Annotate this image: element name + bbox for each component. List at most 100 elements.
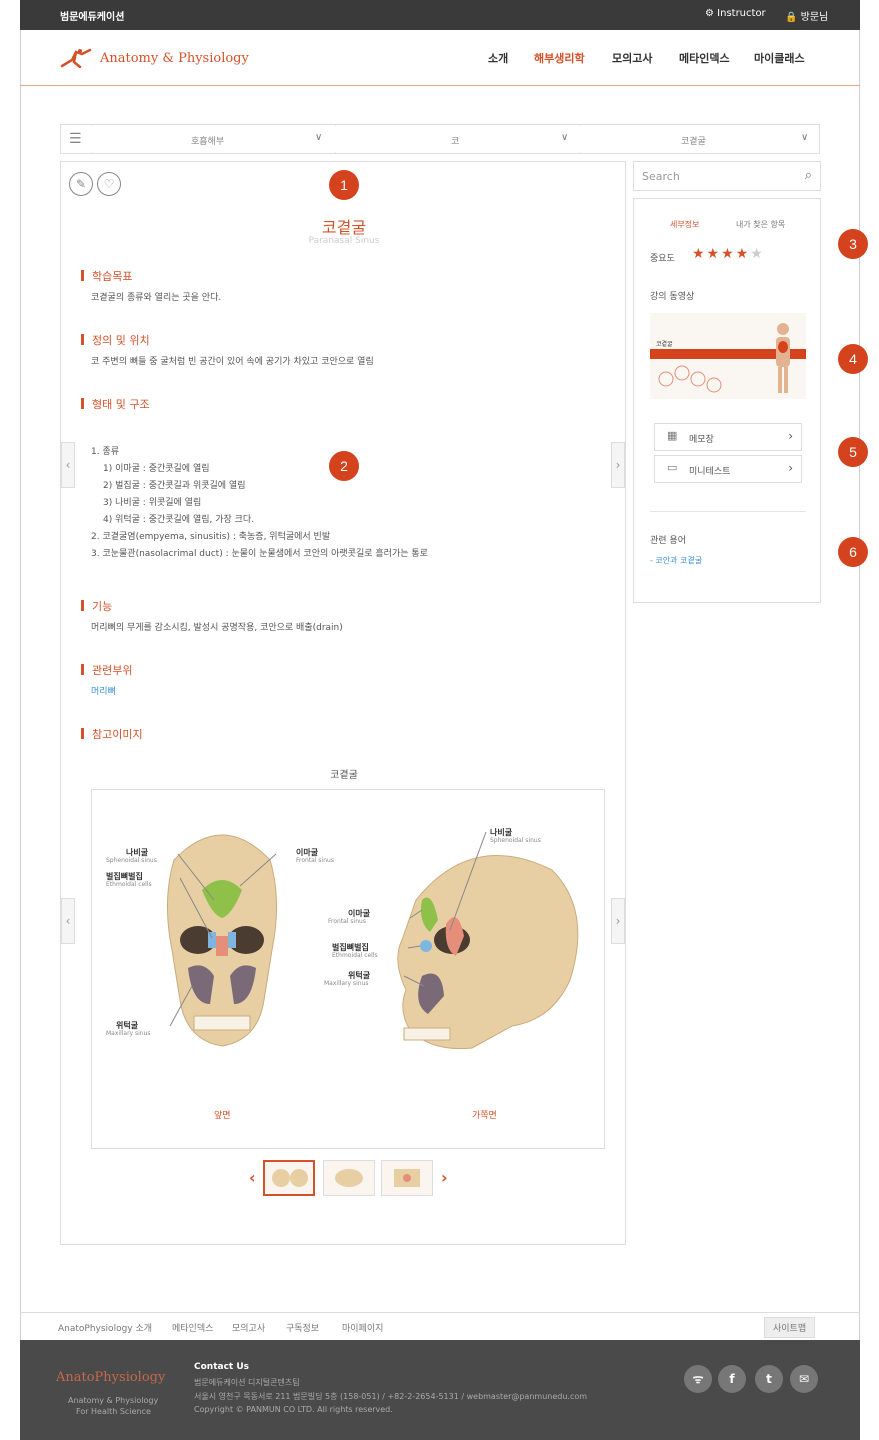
- figure-caption: 코곁굴: [330, 770, 358, 781]
- structure-line: 1) 이마굴 : 중간콧길에 열림: [103, 464, 210, 474]
- top-bar: 범문에듀케이션 ⚙ Instructor 🔒 방문님: [20, 0, 860, 30]
- heart-icon[interactable]: ♡: [97, 172, 121, 196]
- chevron-down-icon[interactable]: ∨: [561, 132, 568, 143]
- related-terms-label: 관련 용어: [650, 536, 686, 546]
- article-panel: ✎ ♡ 코곁굴 Paranasal Sinus 학습목표 코곁굴의 종류와 열리…: [60, 161, 626, 1245]
- nav-myclass[interactable]: 마이클래스: [754, 50, 805, 66]
- tab-my-items[interactable]: 내가 찾은 항목: [736, 219, 785, 230]
- thumb-next-icon[interactable]: ›: [441, 1168, 448, 1187]
- skull-base-thumb-icon: [335, 1169, 363, 1187]
- contact-line1: 범문에듀케이션 디지털콘텐츠팀: [194, 1378, 300, 1387]
- footer-brand: AnatoPhysiology: [56, 1370, 166, 1385]
- site-brand[interactable]: 범문에듀케이션: [60, 8, 124, 23]
- footer-brand-sub1: Anatomy & Physiology: [68, 1396, 159, 1405]
- pencil-icon[interactable]: ✎: [69, 172, 93, 196]
- breadcrumb-item-nose[interactable]: 코: [451, 134, 459, 147]
- article-title: 코곁굴: [321, 218, 367, 237]
- footer-link-mypage[interactable]: 마이페이지: [342, 1321, 383, 1334]
- section-heading: 학습목표: [81, 268, 132, 284]
- label-side-view: 가쪽면: [472, 1111, 497, 1121]
- section-heading: 기능: [81, 598, 112, 614]
- importance-label: 중요도: [650, 254, 675, 264]
- breadcrumb-item-sinus[interactable]: 코곁굴: [681, 134, 706, 147]
- related-term-link[interactable]: - 코안과 코곁굴: [650, 555, 702, 566]
- video-label: 강의 동영상: [650, 292, 695, 302]
- breadcrumb-divider: [579, 124, 580, 154]
- structure-line: 2) 벌집굴 : 중간콧길과 위콧길에 열림: [103, 481, 246, 491]
- chevron-down-icon[interactable]: ∨: [315, 132, 322, 143]
- mini-test-label: 미니테스트: [689, 467, 731, 477]
- breadcrumb-item-respiratory[interactable]: 호흡해부: [191, 134, 224, 147]
- footer-brand-sub2: For Health Science: [76, 1407, 151, 1416]
- search-placeholder: Search: [642, 170, 680, 183]
- section-text: 머리뼈의 무게를 감소시킴, 발성시 공명작용, 코안으로 배출(drain): [91, 623, 343, 633]
- next-arrow[interactable]: ›: [611, 442, 625, 488]
- site-logo[interactable]: Anatomy & Physiology: [60, 48, 249, 68]
- hexagon-pattern-icon: [658, 365, 722, 393]
- callout-badge-1: 1: [329, 170, 359, 200]
- label-sphenoid-en: Sphenoidal sinus: [106, 857, 157, 864]
- thumbnail-2[interactable]: [323, 1160, 375, 1196]
- nav-exam[interactable]: 모의고사: [612, 50, 652, 66]
- search-icon[interactable]: ⌕: [805, 168, 812, 183]
- section-heading: 관련부위: [81, 662, 132, 678]
- nav-anatomy[interactable]: 해부생리학: [534, 50, 585, 66]
- callout-badge-6: 6: [838, 537, 868, 567]
- footer-link-exam[interactable]: 모의고사: [232, 1321, 265, 1334]
- skull-section-thumb-icon: [394, 1169, 420, 1187]
- human-body-icon: [776, 323, 790, 393]
- image-next-arrow[interactable]: ›: [611, 898, 625, 944]
- nav-intro[interactable]: 소개: [488, 50, 508, 66]
- main-header: Anatomy & Physiology 소개 해부생리학 모의고사 메타인덱스…: [20, 30, 860, 86]
- rss-icon[interactable]: ᯤ: [684, 1365, 712, 1393]
- contact-title: Contact Us: [194, 1362, 250, 1372]
- image-prev-arrow[interactable]: ‹: [61, 898, 75, 944]
- importance-stars: ★★★★★: [692, 246, 765, 262]
- facebook-icon[interactable]: f: [718, 1365, 746, 1393]
- twitter-icon[interactable]: t: [755, 1365, 783, 1393]
- window-icon: ▭: [667, 461, 678, 474]
- footer-link-subscription[interactable]: 구독정보: [286, 1321, 319, 1334]
- mini-test-button[interactable]: ▭ 미니테스트 ›: [654, 455, 802, 483]
- skull-thumb-icon: [272, 1169, 308, 1187]
- logo-text: Anatomy & Physiology: [100, 50, 249, 66]
- memo-button[interactable]: ▦ 메모장 ›: [654, 423, 802, 451]
- callout-badge-4: 4: [838, 344, 868, 374]
- user-link[interactable]: 🔒 방문님: [785, 8, 828, 23]
- section-text: 코 주변의 뼈들 중 굴처럼 빈 공간이 있어 속에 공기가 차있고 코안으로 …: [91, 357, 374, 367]
- callout-badge-2: 2: [329, 451, 359, 481]
- breadcrumb-divider: [91, 124, 92, 154]
- footer-link-metaindex[interactable]: 메타인덱스: [172, 1321, 213, 1334]
- reference-image: 나비굴 Sphenoidal sinus 벌집뼈벌집 Ethmoidal cel…: [91, 789, 605, 1149]
- label-frontal-side-en: Frontal sinus: [328, 918, 366, 925]
- mail-icon[interactable]: ✉: [790, 1365, 818, 1393]
- thumb-prev-icon[interactable]: ‹: [249, 1168, 256, 1187]
- video-thumbnail[interactable]: 코곁굴: [650, 313, 806, 399]
- calendar-icon: ▦: [667, 429, 678, 442]
- nav-metaindex[interactable]: 메타인덱스: [679, 50, 730, 66]
- thumbnail-3[interactable]: [381, 1160, 433, 1196]
- search-input[interactable]: Search ⌕: [633, 161, 821, 191]
- related-part-link[interactable]: 머리뼈: [91, 684, 116, 697]
- label-sphenoid-side-en: Sphenoidal sinus: [490, 837, 541, 844]
- prev-arrow[interactable]: ‹: [61, 442, 75, 488]
- structure-line: 1. 종류: [91, 447, 120, 457]
- sitemap-button[interactable]: 사이트맵: [764, 1317, 816, 1338]
- label-front-view: 앞면: [214, 1111, 231, 1121]
- detail-sidebar: 세부정보 내가 찾은 항목 중요도 ★★★★★ 강의 동영상 코곁굴 ▦ 메모장…: [633, 198, 821, 603]
- instructor-link[interactable]: ⚙ Instructor: [705, 8, 766, 19]
- runner-icon: [60, 48, 92, 68]
- section-heading: 정의 및 위치: [81, 332, 150, 348]
- section-heading: 형태 및 구조: [81, 396, 150, 412]
- tab-details[interactable]: 세부정보: [670, 219, 699, 230]
- section-heading: 참고이미지: [81, 726, 143, 742]
- chevron-down-icon[interactable]: ∨: [801, 132, 808, 143]
- chevron-right-icon: ›: [788, 461, 793, 475]
- menu-icon[interactable]: ☰: [69, 131, 82, 147]
- label-ethmoid-side-en: Ethmoidal cells: [332, 952, 378, 959]
- divider: [650, 511, 806, 512]
- label-frontal-en: Frontal sinus: [296, 857, 334, 864]
- footer-link-about[interactable]: AnatoPhysiology 소개: [58, 1321, 152, 1334]
- structure-line: 3) 나비굴 : 위콧길에 열림: [103, 498, 202, 508]
- thumbnail-1[interactable]: [263, 1160, 315, 1196]
